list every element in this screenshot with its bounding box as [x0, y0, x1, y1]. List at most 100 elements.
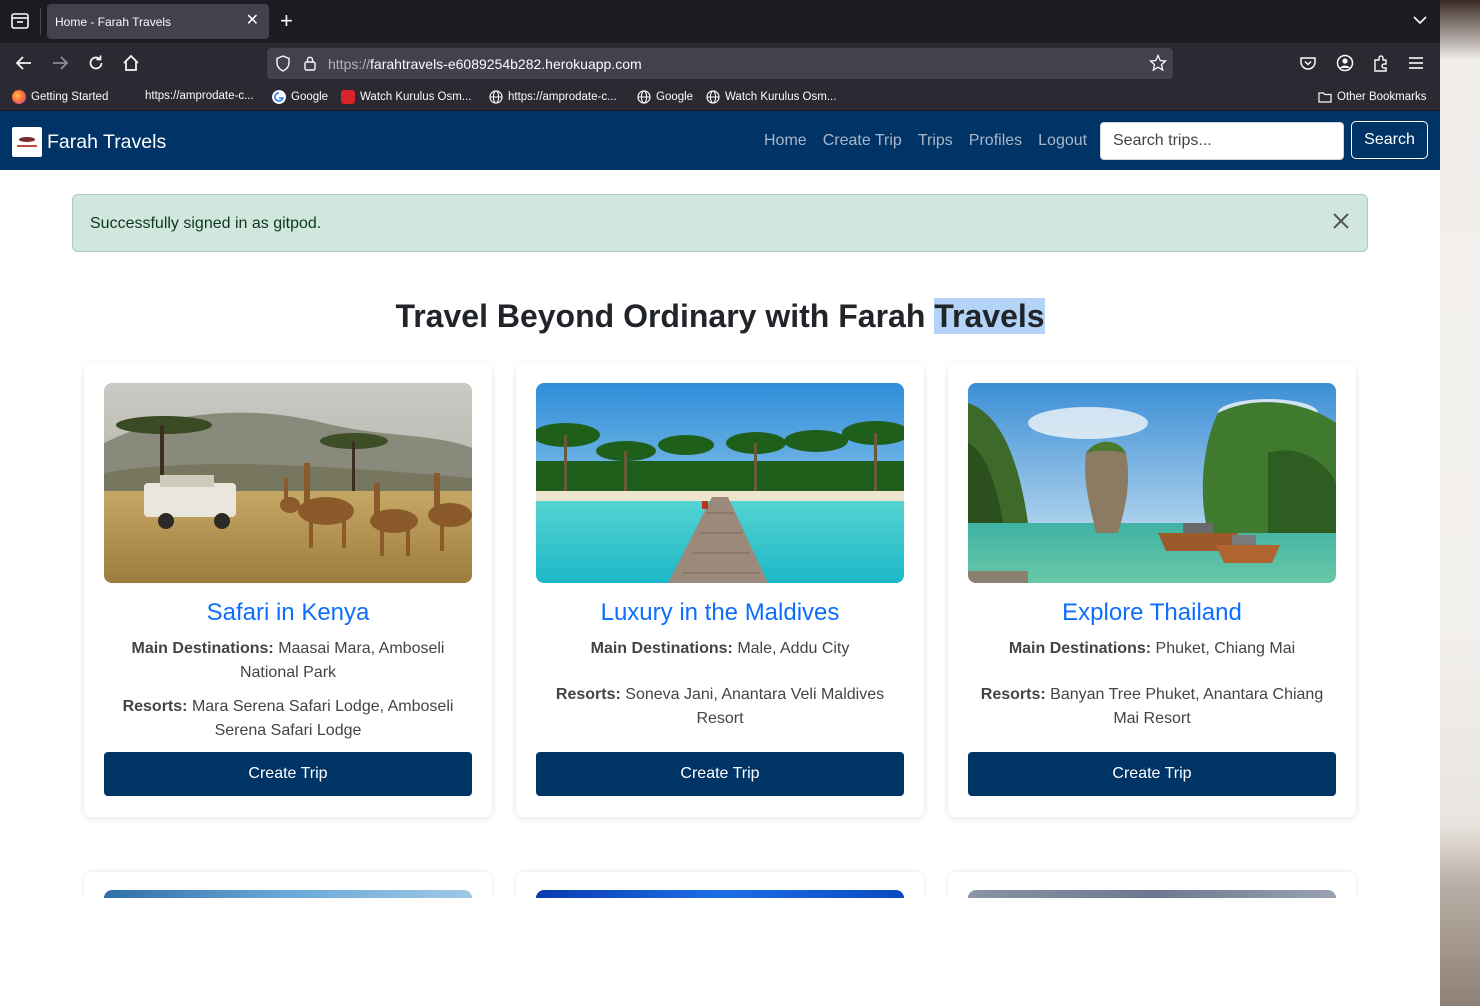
url-scheme: https:// — [328, 56, 371, 72]
card-resorts: Resorts: Banyan Tree Phuket, Anantara Ch… — [978, 683, 1326, 731]
resorts-value: Mara Serena Safari Lodge, Amboseli Seren… — [191, 698, 454, 739]
back-arrow-icon[interactable] — [14, 53, 34, 73]
trip-card-partial — [948, 872, 1356, 898]
trip-card: Luxury in the Maldives Main Destinations… — [516, 363, 924, 817]
card-resorts: Resorts: Mara Serena Safari Lodge, Ambos… — [114, 695, 462, 743]
card-destinations: Main Destinations: Male, Addu City — [546, 637, 894, 661]
bookmark-label: Watch Kurulus Osm... — [360, 91, 472, 103]
resorts-label: Resorts: — [980, 686, 1046, 703]
lock-icon[interactable] — [303, 55, 317, 71]
browser-window: Home - Farah Travels ✕ + https://farahtr… — [0, 0, 1440, 1006]
trip-image-partial — [104, 890, 472, 898]
nav-links: Home Create Trip Trips Profiles Logout — [764, 132, 1087, 150]
globe-icon — [706, 90, 720, 104]
resorts-value: Soneva Jani, Anantara Veli Maldives Reso… — [625, 686, 885, 727]
destinations-value: Phuket, Chiang Mai — [1155, 640, 1296, 657]
other-bookmarks-label: Other Bookmarks — [1337, 91, 1427, 103]
bookmark-label: Google — [291, 91, 329, 103]
tab-title: Home - Farah Travels — [55, 15, 172, 29]
resorts-label: Resorts: — [122, 698, 188, 715]
bookmark-label: https://amprodate-c... — [145, 90, 254, 102]
search-button[interactable]: Search — [1351, 121, 1428, 159]
bookmark-label: Getting Started — [31, 91, 109, 103]
star-bookmark-icon[interactable] — [1149, 54, 1167, 72]
page-title-main: Travel Beyond Ordinary with Farah — [395, 298, 935, 334]
bookmarks-toolbar: Getting Started https://amprodate-c... G… — [0, 84, 1440, 111]
bookmark-amprodate-1[interactable]: https://amprodate-c... — [145, 90, 254, 102]
chevron-down-icon[interactable] — [1412, 12, 1428, 28]
viewport-bottom-blank — [0, 898, 1440, 1006]
brand-logo — [12, 127, 42, 157]
account-icon[interactable] — [1335, 53, 1355, 73]
create-trip-button[interactable]: Create Trip — [104, 752, 472, 796]
extensions-icon[interactable] — [1371, 53, 1391, 73]
thailand-cliffs-boats-image — [968, 383, 1336, 583]
shield-icon[interactable] — [275, 55, 291, 72]
page-title-highlight: Travels — [934, 298, 1045, 334]
home-icon[interactable] — [121, 53, 141, 73]
new-tab-icon[interactable]: + — [280, 9, 293, 33]
trip-card-partial — [84, 872, 492, 898]
card-destinations: Main Destinations: Maasai Mara, Amboseli… — [114, 637, 462, 685]
bookmark-label: https://amprodate-c... — [508, 91, 617, 103]
active-tab[interactable]: Home - Farah Travels ✕ — [47, 4, 269, 39]
card-resorts: Resorts: Soneva Jani, Anantara Veli Mald… — [546, 683, 894, 731]
close-icon[interactable] — [1331, 211, 1351, 231]
destinations-label: Main Destinations: — [131, 640, 274, 657]
card-title[interactable]: Safari in Kenya — [84, 599, 492, 627]
nav-logout[interactable]: Logout — [1038, 132, 1087, 150]
card-title[interactable]: Explore Thailand — [948, 599, 1356, 627]
red-logo-icon — [341, 90, 355, 104]
folder-icon — [1318, 92, 1332, 103]
tab-strip: Home - Farah Travels ✕ + — [0, 0, 1440, 43]
tab-list-icon[interactable] — [10, 12, 30, 30]
maldives-pier-image — [536, 383, 904, 583]
destinations-label: Main Destinations: — [590, 640, 733, 657]
create-trip-button[interactable]: Create Trip — [536, 752, 904, 796]
nav-home[interactable]: Home — [764, 132, 807, 150]
menu-hamburger-icon[interactable] — [1406, 53, 1426, 73]
destinations-value: Male, Addu City — [737, 640, 850, 657]
bookmark-kurulus-1[interactable]: Watch Kurulus Osm... — [341, 90, 471, 104]
reload-icon[interactable] — [86, 53, 106, 73]
firefox-icon — [12, 90, 26, 104]
nav-profiles[interactable]: Profiles — [969, 132, 1022, 150]
url-text[interactable]: https://farahtravels-e6089254b282.heroku… — [328, 56, 642, 72]
nav-create-trip[interactable]: Create Trip — [823, 132, 902, 150]
close-tab-icon[interactable]: ✕ — [246, 12, 259, 30]
resorts-label: Resorts: — [555, 686, 621, 703]
card-destinations: Main Destinations: Phuket, Chiang Mai — [978, 637, 1326, 661]
success-alert: Successfully signed in as gitpod. — [72, 194, 1368, 252]
safari-giraffes-image — [104, 383, 472, 583]
tab-separator — [40, 8, 41, 35]
bookmark-amprodate-2[interactable]: https://amprodate-c... — [489, 90, 617, 104]
globe-icon — [489, 90, 503, 104]
destinations-label: Main Destinations: — [1008, 640, 1152, 657]
nav-trips[interactable]: Trips — [918, 132, 953, 150]
trip-card: Explore Thailand Main Destinations: Phuk… — [948, 363, 1356, 817]
globe-icon — [637, 90, 651, 104]
bookmark-kurulus-2[interactable]: Watch Kurulus Osm... — [706, 90, 836, 104]
bookmark-getting-started[interactable]: Getting Started — [12, 90, 108, 104]
alert-message: Successfully signed in as gitpod. — [90, 215, 322, 232]
resorts-value: Banyan Tree Phuket, Anantara Chiang Mai … — [1050, 686, 1324, 727]
desktop-background-strip — [1440, 0, 1480, 1006]
other-bookmarks-folder[interactable]: Other Bookmarks — [1318, 90, 1426, 104]
site-navbar: Farah Travels Home Create Trip Trips Pro… — [0, 111, 1440, 170]
bookmark-label: Google — [656, 91, 694, 103]
bookmark-google-2[interactable]: Google — [637, 90, 693, 104]
bookmark-label: Watch Kurulus Osm... — [725, 91, 837, 103]
forward-arrow-icon[interactable] — [50, 53, 70, 73]
brand-link[interactable]: Farah Travels — [12, 127, 166, 157]
create-trip-button[interactable]: Create Trip — [968, 752, 1336, 796]
address-bar[interactable]: https://farahtravels-e6089254b282.heroku… — [267, 48, 1173, 79]
pocket-icon[interactable] — [1298, 53, 1318, 73]
trip-image-partial — [968, 890, 1336, 898]
search-trips-input[interactable] — [1100, 122, 1344, 160]
brand-name: Farah Travels — [47, 130, 167, 153]
bookmark-google-1[interactable]: Google — [272, 90, 328, 104]
google-icon — [272, 90, 286, 104]
card-title[interactable]: Luxury in the Maldives — [516, 599, 924, 627]
browser-toolbar: https://farahtravels-e6089254b282.heroku… — [0, 43, 1440, 84]
page-title: Travel Beyond Ordinary with Farah Travel… — [0, 298, 1440, 335]
